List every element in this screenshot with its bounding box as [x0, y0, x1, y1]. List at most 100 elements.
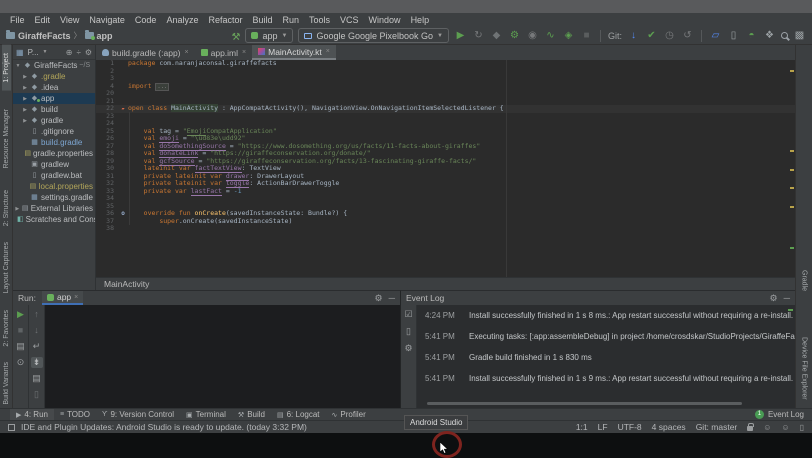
minimize-panel-icon[interactable]: ─: [784, 293, 790, 304]
minimize-panel-icon[interactable]: ─: [389, 293, 395, 304]
git-commit-icon[interactable]: ✔: [645, 30, 658, 42]
menu-item[interactable]: View: [55, 15, 84, 25]
code-line[interactable]: 4 import ...: [96, 83, 795, 91]
build-hammer-icon[interactable]: ⚒: [232, 32, 241, 43]
gutter-icon[interactable]: [118, 105, 128, 113]
menu-item[interactable]: Navigate: [84, 15, 130, 25]
tree-chevron-icon[interactable]: ▶: [15, 206, 20, 212]
tree-item[interactable]: gradlew.bat: [13, 170, 95, 181]
tree-item[interactable]: ▶ build: [13, 104, 95, 115]
tool-window-button[interactable]: ≡ TODO: [54, 409, 96, 421]
sdk-manager-icon[interactable]: ❖: [763, 30, 776, 42]
tool-window-button[interactable]: ▣ Terminal: [180, 409, 232, 421]
stop-icon[interactable]: ■: [15, 325, 27, 336]
event-log-entry[interactable]: 5:41 PM Gradle build finished in 1 s 830…: [417, 347, 795, 368]
up-stacktrace-icon[interactable]: ↑: [31, 309, 43, 320]
tool-window-button[interactable]: ∿ Profiler: [326, 409, 372, 421]
run-icon[interactable]: ▶: [454, 30, 467, 42]
gutter-icon[interactable]: [118, 173, 128, 181]
menu-item[interactable]: Analyze: [161, 15, 203, 25]
gutter-icon[interactable]: [118, 128, 128, 136]
gutter-icon[interactable]: [118, 135, 128, 143]
editor-tab[interactable]: MainActivity.kt ×: [252, 45, 336, 60]
down-stacktrace-icon[interactable]: ↓: [31, 325, 43, 336]
tree-item[interactable]: .gitignore: [13, 126, 95, 137]
tree-item[interactable]: build.gradle: [13, 137, 95, 148]
warning-stripe-mark[interactable]: [790, 169, 794, 171]
gutter-icon[interactable]: [118, 68, 128, 76]
warning-stripe-mark[interactable]: [790, 187, 794, 189]
print-icon[interactable]: ▤: [31, 373, 43, 384]
clear-log-icon[interactable]: ▯: [403, 326, 415, 337]
locate-file-icon[interactable]: ⊕: [66, 48, 73, 57]
menu-item[interactable]: Refactor: [203, 15, 247, 25]
tree-item[interactable]: ▼ GiraffeFacts ~/S: [13, 60, 95, 71]
run-tab-app[interactable]: app ×: [42, 291, 83, 305]
tool-window-switcher-icon[interactable]: [8, 424, 15, 431]
profiler-icon[interactable]: ∿: [544, 30, 557, 42]
log-settings-icon[interactable]: ☑: [403, 309, 415, 320]
menu-item[interactable]: Code: [130, 15, 162, 25]
event-log-body[interactable]: 4:24 PM Install successfully finished in…: [417, 305, 795, 408]
device-dropdown[interactable]: Google Google Pixelbook Go▼: [298, 28, 449, 43]
tool-window-button[interactable]: 2: Favorites: [2, 302, 11, 355]
clear-all-icon[interactable]: ▯: [31, 389, 43, 400]
profile-app-icon[interactable]: ◈: [562, 30, 575, 42]
show-layouts-icon[interactable]: ▤: [15, 341, 27, 352]
code-line[interactable]: 20: [96, 90, 795, 98]
tree-item[interactable]: ▶ app: [13, 93, 95, 104]
tool-window-button[interactable]: ⚒ Build: [232, 409, 271, 421]
gutter-icon[interactable]: [118, 60, 128, 68]
soft-wrap-icon[interactable]: ↵: [31, 341, 43, 352]
menu-item[interactable]: Help: [406, 15, 435, 25]
code-area[interactable]: 1 package com.naranjaconsal.giraffefacts…: [96, 60, 795, 277]
git-history-icon[interactable]: ◷: [663, 30, 676, 42]
lock-icon[interactable]: [747, 426, 753, 431]
tool-window-button[interactable]: 1: Project: [2, 45, 11, 91]
tool-window-button[interactable]: ϒ 9: Version Control: [96, 409, 180, 421]
gutter-icon[interactable]: [118, 195, 128, 203]
code-line[interactable]: 22 open class MainActivity : AppCompatAc…: [96, 105, 795, 113]
status-message[interactable]: IDE and Plugin Updates: Android Studio i…: [21, 422, 307, 432]
warning-stripe-mark[interactable]: [790, 150, 794, 152]
run-console[interactable]: [46, 305, 400, 408]
run-config-dropdown[interactable]: app▼: [245, 28, 293, 43]
status-segment[interactable]: 4 spaces: [652, 422, 686, 432]
tree-item[interactable]: local.properties: [13, 181, 95, 192]
gutter-icon[interactable]: [118, 113, 128, 121]
status-segment[interactable]: UTF-8: [618, 422, 642, 432]
close-tab-icon[interactable]: ×: [242, 49, 246, 56]
git-rollback-icon[interactable]: ↺: [681, 30, 694, 42]
gutter-icon[interactable]: [118, 218, 128, 226]
wrench-icon[interactable]: ⚙: [403, 343, 415, 354]
gutter-icon[interactable]: [118, 98, 128, 106]
event-log-badge[interactable]: 1 Event Log: [755, 410, 804, 419]
menu-item[interactable]: Tools: [304, 15, 335, 25]
gutter-icon[interactable]: [118, 75, 128, 83]
gutter-icon[interactable]: [118, 165, 128, 173]
status-segment[interactable]: LF: [598, 422, 608, 432]
horizontal-scrollbar[interactable]: [427, 402, 742, 405]
code-line[interactable]: 2: [96, 68, 795, 76]
tree-item[interactable]: ▶ gradle: [13, 115, 95, 126]
tool-window-button[interactable]: Build Variants: [2, 354, 11, 413]
highlighting-level-icon[interactable]: ☺: [763, 423, 771, 432]
editor-tab[interactable]: app.iml ×: [195, 45, 253, 60]
tree-chevron-icon[interactable]: ▶: [22, 74, 28, 80]
gutter-icon[interactable]: [118, 210, 128, 218]
tool-window-button[interactable]: 2: Structure: [2, 182, 11, 234]
search-everywhere-icon[interactable]: [781, 32, 788, 39]
code-line[interactable]: 33 private var lastFact = -1: [96, 188, 795, 196]
device-manager-icon[interactable]: ▯: [727, 30, 740, 42]
gutter-icon[interactable]: [118, 83, 128, 91]
editor-breadcrumb[interactable]: MainActivity: [96, 277, 795, 290]
collapse-all-icon[interactable]: ÷: [76, 48, 80, 57]
device-file-explorer-icon[interactable]: ▱: [709, 30, 722, 42]
gutter-icon[interactable]: [118, 158, 128, 166]
panel-settings-icon[interactable]: ⚙: [85, 48, 92, 57]
gutter-icon[interactable]: [118, 225, 128, 233]
gutter-icon[interactable]: [118, 120, 128, 128]
breadcrumb-project[interactable]: GiraffeFacts: [18, 31, 71, 41]
tree-chevron-icon[interactable]: ▶: [22, 118, 28, 124]
feedback-smiley-icon[interactable]: ☺: [781, 423, 789, 432]
